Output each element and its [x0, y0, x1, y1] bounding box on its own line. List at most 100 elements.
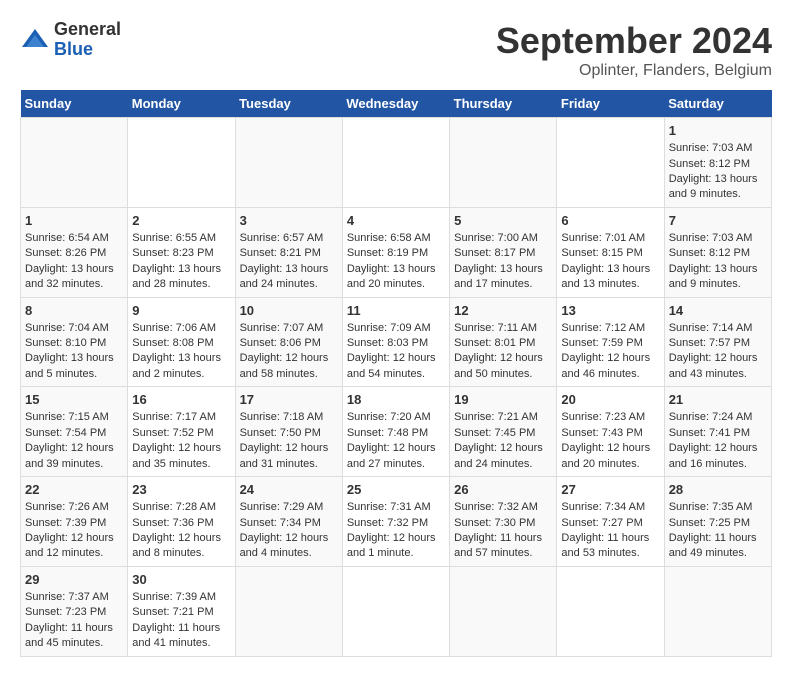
daylight-text: Daylight: 13 hours and 20 minutes.	[347, 262, 445, 293]
sunrise-text: Sunrise: 7:29 AM	[240, 500, 338, 515]
sunrise-text: Sunrise: 7:24 AM	[669, 410, 767, 425]
sunrise-text: Sunrise: 6:54 AM	[25, 231, 123, 246]
sunrise-text: Sunrise: 6:55 AM	[132, 231, 230, 246]
sunrise-text: Sunrise: 7:39 AM	[132, 590, 230, 605]
calendar-cell: 5Sunrise: 7:00 AMSunset: 8:17 PMDaylight…	[450, 207, 557, 297]
sunrise-text: Sunrise: 6:58 AM	[347, 231, 445, 246]
sunset-text: Sunset: 7:43 PM	[561, 426, 659, 441]
sunset-text: Sunset: 7:54 PM	[25, 426, 123, 441]
calendar-cell: 24Sunrise: 7:29 AMSunset: 7:34 PMDayligh…	[235, 477, 342, 567]
sunrise-text: Sunrise: 7:07 AM	[240, 321, 338, 336]
day-number: 12	[454, 302, 552, 320]
calendar-cell: 4Sunrise: 6:58 AMSunset: 8:19 PMDaylight…	[342, 207, 449, 297]
daylight-text: Daylight: 13 hours and 17 minutes.	[454, 262, 552, 293]
sunset-text: Sunset: 7:25 PM	[669, 516, 767, 531]
sunrise-text: Sunrise: 7:32 AM	[454, 500, 552, 515]
page-header: General Blue September 2024 Oplinter, Fl…	[20, 20, 772, 80]
location: Oplinter, Flanders, Belgium	[496, 62, 772, 80]
calendar-cell: 2Sunrise: 6:55 AMSunset: 8:23 PMDaylight…	[128, 207, 235, 297]
sunset-text: Sunset: 7:32 PM	[347, 516, 445, 531]
sunset-text: Sunset: 8:12 PM	[669, 157, 767, 172]
sunset-text: Sunset: 7:48 PM	[347, 426, 445, 441]
sunset-text: Sunset: 8:01 PM	[454, 336, 552, 351]
day-number: 5	[454, 212, 552, 230]
sunset-text: Sunset: 7:59 PM	[561, 336, 659, 351]
daylight-text: Daylight: 13 hours and 2 minutes.	[132, 351, 230, 382]
day-number: 2	[132, 212, 230, 230]
calendar-cell: 14Sunrise: 7:14 AMSunset: 7:57 PMDayligh…	[664, 297, 771, 387]
calendar-cell: 26Sunrise: 7:32 AMSunset: 7:30 PMDayligh…	[450, 477, 557, 567]
sunrise-text: Sunrise: 7:15 AM	[25, 410, 123, 425]
calendar-week-row: 1Sunrise: 7:03 AMSunset: 8:12 PMDaylight…	[21, 118, 772, 208]
calendar-cell: 20Sunrise: 7:23 AMSunset: 7:43 PMDayligh…	[557, 387, 664, 477]
calendar-cell	[235, 566, 342, 656]
daylight-text: Daylight: 13 hours and 9 minutes.	[669, 172, 767, 203]
sunrise-text: Sunrise: 7:35 AM	[669, 500, 767, 515]
calendar-cell: 17Sunrise: 7:18 AMSunset: 7:50 PMDayligh…	[235, 387, 342, 477]
sunrise-text: Sunrise: 7:37 AM	[25, 590, 123, 605]
sunset-text: Sunset: 8:06 PM	[240, 336, 338, 351]
calendar-week-row: 22Sunrise: 7:26 AMSunset: 7:39 PMDayligh…	[21, 477, 772, 567]
calendar-cell	[342, 118, 449, 208]
calendar-cell: 15Sunrise: 7:15 AMSunset: 7:54 PMDayligh…	[21, 387, 128, 477]
calendar-cell: 9Sunrise: 7:06 AMSunset: 8:08 PMDaylight…	[128, 297, 235, 387]
sunset-text: Sunset: 7:52 PM	[132, 426, 230, 441]
calendar-cell: 6Sunrise: 7:01 AMSunset: 8:15 PMDaylight…	[557, 207, 664, 297]
daylight-text: Daylight: 12 hours and 31 minutes.	[240, 441, 338, 472]
sunrise-text: Sunrise: 7:03 AM	[669, 231, 767, 246]
sunrise-text: Sunrise: 7:01 AM	[561, 231, 659, 246]
sunrise-text: Sunrise: 6:57 AM	[240, 231, 338, 246]
calendar-cell: 10Sunrise: 7:07 AMSunset: 8:06 PMDayligh…	[235, 297, 342, 387]
sunset-text: Sunset: 7:50 PM	[240, 426, 338, 441]
sunrise-text: Sunrise: 7:11 AM	[454, 321, 552, 336]
daylight-text: Daylight: 13 hours and 28 minutes.	[132, 262, 230, 293]
sunset-text: Sunset: 7:41 PM	[669, 426, 767, 441]
day-number: 17	[240, 391, 338, 409]
calendar-cell	[128, 118, 235, 208]
day-number: 23	[132, 481, 230, 499]
daylight-text: Daylight: 12 hours and 39 minutes.	[25, 441, 123, 472]
day-number: 25	[347, 481, 445, 499]
sunset-text: Sunset: 8:21 PM	[240, 246, 338, 261]
sunrise-text: Sunrise: 7:23 AM	[561, 410, 659, 425]
day-number: 1	[25, 212, 123, 230]
daylight-text: Daylight: 13 hours and 5 minutes.	[25, 351, 123, 382]
daylight-text: Daylight: 11 hours and 49 minutes.	[669, 531, 767, 562]
calendar-cell: 28Sunrise: 7:35 AMSunset: 7:25 PMDayligh…	[664, 477, 771, 567]
sunset-text: Sunset: 8:10 PM	[25, 336, 123, 351]
day-number: 8	[25, 302, 123, 320]
calendar-header-row: SundayMondayTuesdayWednesdayThursdayFrid…	[21, 90, 772, 118]
sunrise-text: Sunrise: 7:17 AM	[132, 410, 230, 425]
calendar-cell	[664, 566, 771, 656]
daylight-text: Daylight: 12 hours and 20 minutes.	[561, 441, 659, 472]
sunrise-text: Sunrise: 7:31 AM	[347, 500, 445, 515]
day-number: 16	[132, 391, 230, 409]
daylight-text: Daylight: 13 hours and 13 minutes.	[561, 262, 659, 293]
sunset-text: Sunset: 8:23 PM	[132, 246, 230, 261]
sunset-text: Sunset: 8:15 PM	[561, 246, 659, 261]
day-number: 1	[669, 122, 767, 140]
day-number: 11	[347, 302, 445, 320]
day-number: 19	[454, 391, 552, 409]
day-number: 15	[25, 391, 123, 409]
day-number: 3	[240, 212, 338, 230]
daylight-text: Daylight: 12 hours and 12 minutes.	[25, 531, 123, 562]
daylight-text: Daylight: 11 hours and 41 minutes.	[132, 621, 230, 652]
day-number: 27	[561, 481, 659, 499]
sunset-text: Sunset: 7:36 PM	[132, 516, 230, 531]
calendar-cell: 3Sunrise: 6:57 AMSunset: 8:21 PMDaylight…	[235, 207, 342, 297]
header-day-sunday: Sunday	[21, 90, 128, 118]
sunrise-text: Sunrise: 7:21 AM	[454, 410, 552, 425]
sunset-text: Sunset: 7:34 PM	[240, 516, 338, 531]
sunset-text: Sunset: 7:27 PM	[561, 516, 659, 531]
calendar-cell: 1Sunrise: 7:03 AMSunset: 8:12 PMDaylight…	[664, 118, 771, 208]
day-number: 30	[132, 571, 230, 589]
daylight-text: Daylight: 12 hours and 43 minutes.	[669, 351, 767, 382]
sunset-text: Sunset: 7:30 PM	[454, 516, 552, 531]
daylight-text: Daylight: 13 hours and 24 minutes.	[240, 262, 338, 293]
calendar-cell	[557, 566, 664, 656]
calendar-cell: 16Sunrise: 7:17 AMSunset: 7:52 PMDayligh…	[128, 387, 235, 477]
sunset-text: Sunset: 7:23 PM	[25, 605, 123, 620]
day-number: 22	[25, 481, 123, 499]
day-number: 7	[669, 212, 767, 230]
